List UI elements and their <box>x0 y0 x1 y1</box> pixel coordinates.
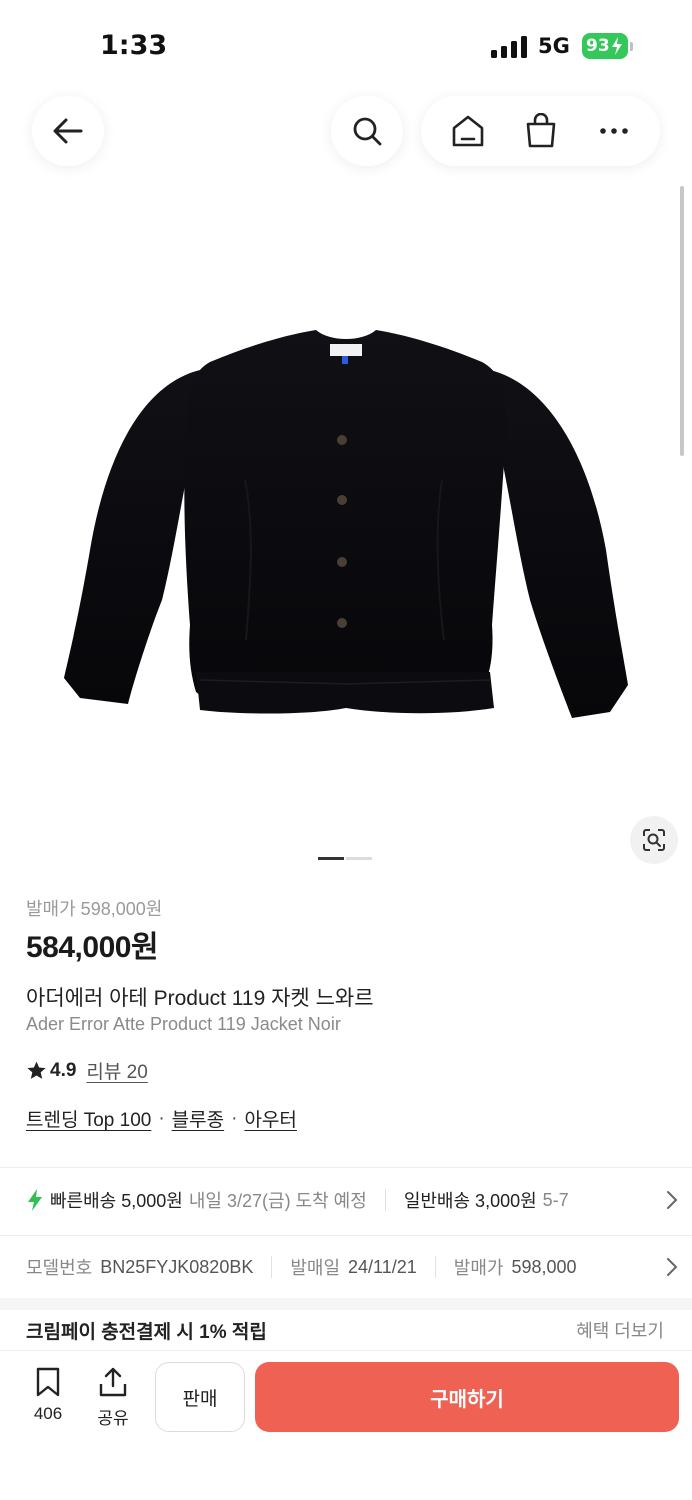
chevron-right-icon <box>667 1258 678 1276</box>
bookmark-icon <box>36 1367 60 1397</box>
tag-outer[interactable]: 아우터 <box>244 1105 296 1132</box>
share-icon <box>99 1367 127 1397</box>
bookmark-count: 406 <box>33 1404 63 1423</box>
bookmark-button[interactable]: 406 <box>22 1366 74 1424</box>
normal-delivery-label: 일반배송 3,000원 <box>403 1191 537 1211</box>
status-time: 1:33 <box>100 30 168 61</box>
product-name-ko: 아더에러 아테 Product 119 자켓 느와르 <box>26 987 374 1010</box>
share-label: 공유 <box>97 1409 129 1428</box>
scroll-indicator[interactable] <box>680 186 684 456</box>
chevron-right-icon <box>667 1191 678 1209</box>
battery-cap <box>630 42 633 51</box>
delivery-options[interactable]: 빠른배송 5,000원 내일 3/27(금) 도착 예정 일반배송 3,000원… <box>0 1168 692 1232</box>
spec-release-price-value: 598,000 <box>511 1256 577 1277</box>
product-name-en: Ader Error Atte Product 119 Jacket Noir <box>26 1014 341 1034</box>
fast-delivery-eta: 내일 3/27(금) 도착 예정 <box>188 1191 367 1211</box>
home-icon <box>452 115 483 147</box>
buy-button[interactable]: 구매하기 <box>255 1362 679 1432</box>
search-icon <box>353 117 382 146</box>
search-button[interactable] <box>331 96 403 166</box>
rating-value: 4.9 <box>50 1059 77 1081</box>
product-image[interactable] <box>50 300 642 750</box>
fast-delivery-label: 빠른배송 5,000원 <box>50 1191 183 1211</box>
image-search-button[interactable] <box>630 816 678 864</box>
bag-button[interactable] <box>513 103 569 159</box>
battery-icon: 93 <box>582 33 628 59</box>
more-horizontal-icon <box>599 128 628 134</box>
star-icon <box>27 1061 46 1079</box>
sell-button[interactable]: 판매 <box>155 1362 245 1432</box>
charging-icon <box>611 37 622 55</box>
nav-action-group <box>421 96 660 166</box>
back-button[interactable] <box>32 96 104 166</box>
jacket-body <box>184 330 507 712</box>
benefit-more-link[interactable]: 혜택 더보기 <box>576 1317 664 1343</box>
product-specs[interactable]: 모델번호 BN25FYJK0820BK 발매일 24/11/21 발매가 598… <box>0 1236 692 1298</box>
benefit-row[interactable]: 크림페이 충전결제 시 1% 적립 혜택 더보기 <box>0 1310 692 1350</box>
status-bar: 1:33 5G 93 <box>0 0 692 90</box>
spec-release-date-key: 발매일 <box>290 1258 341 1278</box>
pager-dot-active <box>318 857 344 860</box>
lens-icon <box>643 829 665 851</box>
delivery-chevron[interactable] <box>648 1168 692 1232</box>
release-price: 발매가 598,000원 <box>26 899 163 919</box>
tag-trending[interactable]: 트렌딩 Top 100 <box>26 1105 151 1132</box>
normal-delivery-eta: 5-7 <box>542 1189 569 1210</box>
more-button[interactable] <box>586 103 642 159</box>
image-pager <box>318 857 372 861</box>
section-separator <box>0 1298 692 1310</box>
review-link[interactable]: 리뷰 20 <box>86 1057 147 1084</box>
right-sleeve <box>490 370 628 718</box>
signal-icon <box>491 36 527 58</box>
tag-blouson[interactable]: 블루종 <box>172 1105 224 1132</box>
tag-list: 트렌딩 Top 100 · 블루종 · 아우터 <box>26 1105 297 1132</box>
spec-model-value: BN25FYJK0820BK <box>100 1256 254 1277</box>
rating-row: 4.9 리뷰 20 <box>26 1057 148 1084</box>
spec-release-price-key: 발매가 <box>453 1258 504 1278</box>
fast-delivery-icon <box>28 1189 42 1211</box>
battery-level: 93 <box>586 36 610 56</box>
home-button[interactable] <box>440 103 496 159</box>
network-type: 5G <box>538 34 570 58</box>
specs-chevron[interactable] <box>648 1236 692 1298</box>
spec-release-date-value: 24/11/21 <box>348 1256 417 1277</box>
arrow-left-icon <box>53 118 83 144</box>
benefit-title: 크림페이 충전결제 시 1% 적립 <box>26 1321 267 1343</box>
left-sleeve <box>64 370 200 704</box>
spec-model-key: 모델번호 <box>26 1258 93 1278</box>
shopping-bag-icon <box>526 113 555 148</box>
current-price: 584,000원 <box>26 931 159 964</box>
pager-dot <box>346 857 372 860</box>
share-button[interactable]: 공유 <box>87 1366 139 1429</box>
